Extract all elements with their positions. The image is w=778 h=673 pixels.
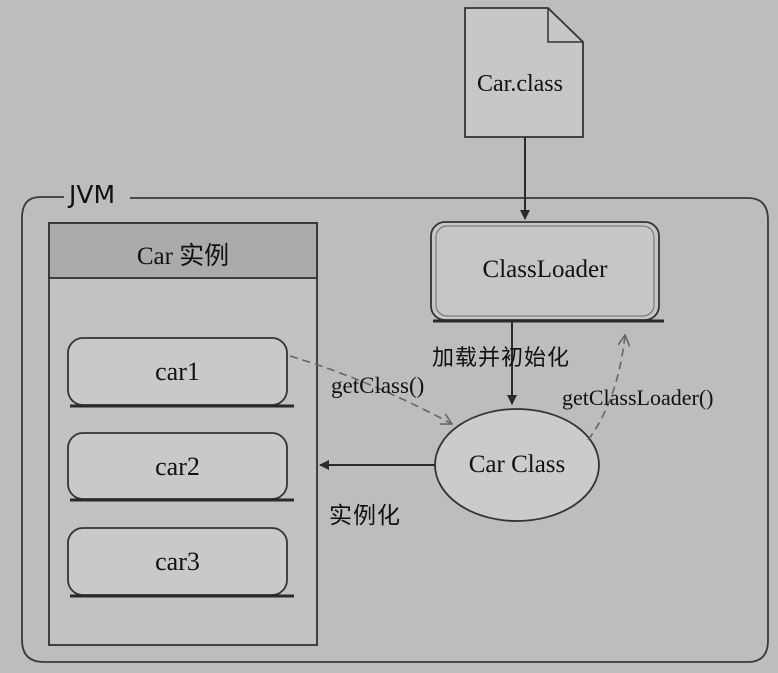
get-class-loader-label: getClassLoader() bbox=[562, 385, 714, 410]
instances-header: Car 实例 bbox=[136, 243, 230, 270]
instance-label-car2: car2 bbox=[155, 452, 200, 481]
classloader-label: ClassLoader bbox=[482, 256, 608, 283]
diagram-canvas: Car.class JVM Car 实例 car1 car2 car3 Clas… bbox=[0, 0, 778, 673]
file-label: Car.class bbox=[477, 71, 563, 97]
instance-label-car1: car1 bbox=[155, 357, 200, 386]
instance-label-car3: car3 bbox=[155, 547, 200, 576]
car-class-label: Car Class bbox=[468, 451, 566, 478]
get-class-label: getClass() bbox=[331, 373, 425, 398]
load-init-label: 加载并初始化 bbox=[432, 346, 571, 371]
instantiate-label: 实例化 bbox=[329, 503, 401, 529]
jvm-label: JVM bbox=[66, 180, 119, 209]
